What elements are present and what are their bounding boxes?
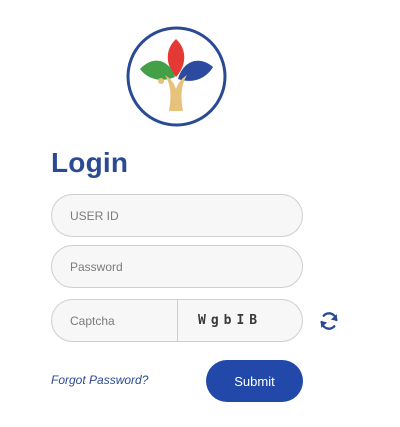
login-page: Login WgbIB Forgot Password? Submit (0, 0, 400, 427)
captcha-input[interactable] (52, 300, 178, 341)
user-id-input[interactable] (51, 194, 303, 237)
captcha-image: WgbIB (198, 313, 263, 328)
captcha-group: WgbIB (51, 299, 303, 342)
refresh-icon[interactable] (318, 310, 340, 332)
forgot-password-link[interactable]: Forgot Password? (51, 373, 148, 387)
submit-button[interactable]: Submit (206, 360, 303, 402)
brand-logo-icon (125, 25, 228, 128)
page-title: Login (51, 147, 129, 178)
password-input[interactable] (51, 245, 303, 288)
